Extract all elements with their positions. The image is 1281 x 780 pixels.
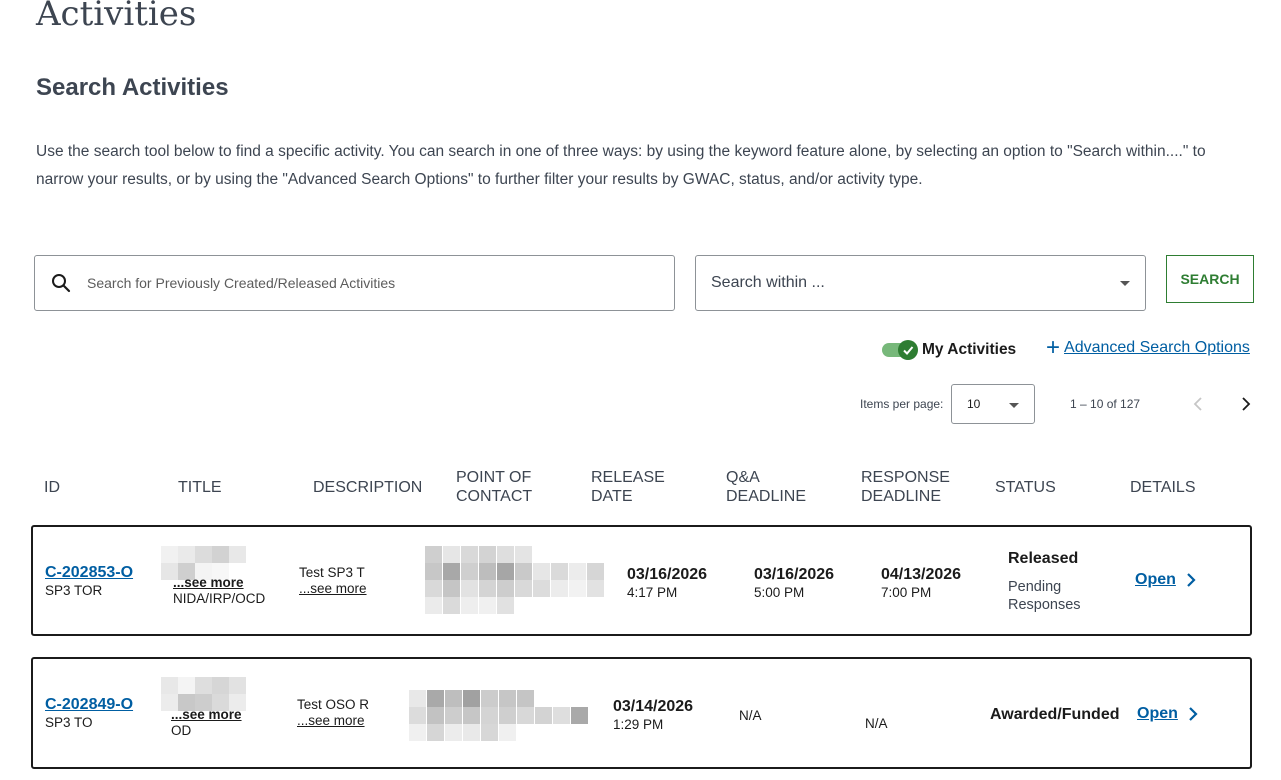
open-details-link[interactable]: Open xyxy=(1135,571,1196,589)
activity-id-link[interactable]: C-202849-O xyxy=(45,696,133,714)
title-org: NIDA/IRP/OCD xyxy=(173,591,266,606)
my-activities-label: My Activities xyxy=(922,341,1017,358)
intro-text: Use the search tool below to find a spec… xyxy=(36,143,1206,188)
title-see-more-link[interactable]: ...see more xyxy=(171,707,242,722)
open-label: Open xyxy=(1137,705,1178,722)
advanced-search-label: Advanced Search Options xyxy=(1064,339,1250,356)
chevron-down-icon xyxy=(1009,403,1019,408)
qa-deadline: N/A xyxy=(739,708,762,723)
redacted-title xyxy=(161,677,246,711)
status-badge: Awarded/Funded xyxy=(990,706,1120,723)
advanced-search-link[interactable]: + Advanced Search Options xyxy=(1046,334,1250,361)
chevron-right-icon xyxy=(1189,707,1198,721)
description-see-more-link[interactable]: ...see more xyxy=(299,581,367,596)
redacted-contact xyxy=(425,546,605,614)
search-within-select[interactable]: Search within ... xyxy=(695,255,1146,311)
items-per-page-select[interactable]: 10 xyxy=(951,384,1035,424)
chevron-right-icon xyxy=(1187,573,1196,587)
my-activities-toggle[interactable] xyxy=(882,340,918,360)
plus-icon: + xyxy=(1046,334,1061,361)
activity-type: SP3 TOR xyxy=(45,583,103,598)
activity-id-link[interactable]: C-202853-O xyxy=(45,564,133,582)
status-badge: Released xyxy=(1008,550,1079,567)
release-date: 03/16/2026 xyxy=(627,566,708,583)
search-box xyxy=(34,255,675,311)
status-detail: Pending Responses xyxy=(1008,579,1081,613)
response-deadline-date: 04/13/2026 xyxy=(881,566,962,583)
title-org: OD xyxy=(171,723,192,738)
redacted-contact xyxy=(409,690,589,741)
header-response-deadline: RESPONSE DEADLINE xyxy=(861,469,950,505)
check-icon xyxy=(898,340,918,360)
chevron-right-icon[interactable] xyxy=(1234,392,1258,416)
description-text: Test OSO R xyxy=(297,697,370,712)
release-time: 1:29 PM xyxy=(613,717,664,732)
table-row: C-202849-O SP3 TO ...see more OD Test OS… xyxy=(31,657,1252,769)
response-deadline-time: 7:00 PM xyxy=(881,585,932,600)
search-within-placeholder: Search within ... xyxy=(711,274,825,291)
header-details: DETAILS xyxy=(1130,479,1196,496)
pagination-range: 1 – 10 of 127 xyxy=(1070,397,1141,411)
chevron-left-icon[interactable] xyxy=(1186,392,1210,416)
description-text: Test SP3 T xyxy=(299,565,365,580)
open-details-link[interactable]: Open xyxy=(1137,705,1198,723)
response-deadline: N/A xyxy=(865,716,888,731)
search-icon xyxy=(35,273,87,293)
header-status: STATUS xyxy=(995,479,1056,496)
header-release-date: RELEASE DATE xyxy=(591,469,665,505)
activity-type: SP3 TO xyxy=(45,715,93,730)
section-title: Search Activities xyxy=(36,74,229,101)
header-qa-deadline: Q&A DEADLINE xyxy=(726,469,807,505)
search-button[interactable]: SEARCH xyxy=(1166,255,1254,303)
qa-deadline-time: 5:00 PM xyxy=(754,585,805,600)
header-point-of-contact: POINT OF CONTACT xyxy=(456,469,533,505)
chevron-down-icon xyxy=(1120,281,1130,286)
page-title: Activities xyxy=(36,0,197,34)
qa-deadline-date: 03/16/2026 xyxy=(754,566,835,583)
items-per-page-label: Items per page: xyxy=(860,397,944,411)
description-see-more-link[interactable]: ...see more xyxy=(297,713,369,728)
items-per-page-value: 10 xyxy=(967,397,981,411)
search-input[interactable] xyxy=(87,263,674,303)
table-row: C-202853-O SP3 TOR ...see more NIDA/IRP/… xyxy=(31,525,1252,636)
header-id: ID xyxy=(44,479,60,496)
title-see-more-link[interactable]: ...see more xyxy=(173,575,265,590)
release-time: 4:17 PM xyxy=(627,585,678,600)
release-date: 03/14/2026 xyxy=(613,698,694,715)
open-label: Open xyxy=(1135,571,1176,588)
header-title: TITLE xyxy=(178,479,222,496)
header-description: DESCRIPTION xyxy=(313,479,423,496)
